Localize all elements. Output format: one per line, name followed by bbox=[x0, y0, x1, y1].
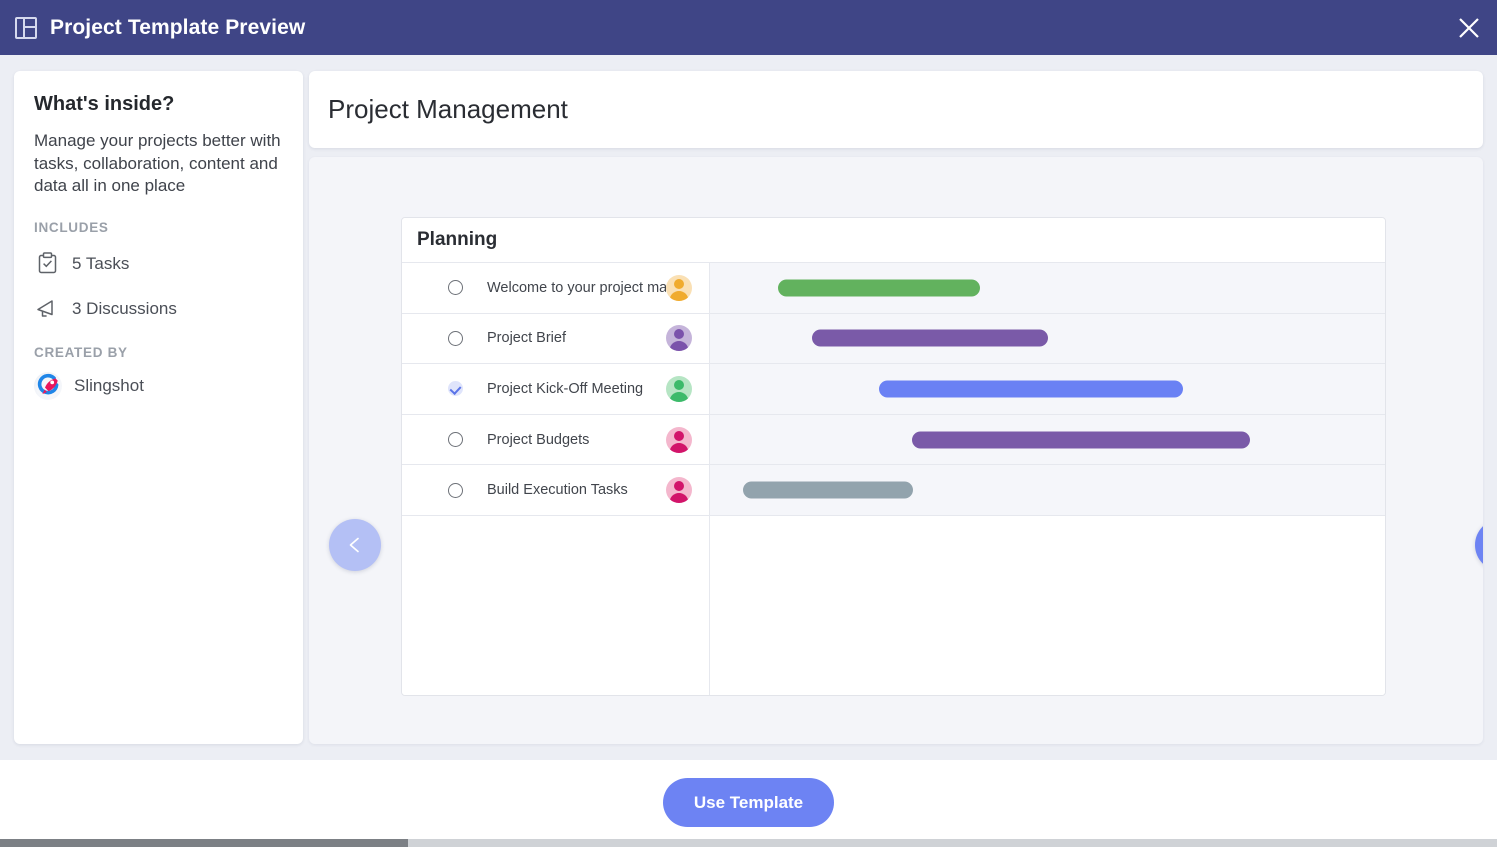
slingshot-logo-icon bbox=[34, 371, 62, 400]
avatar-head bbox=[674, 430, 684, 441]
table-row[interactable]: Build Execution Tasks bbox=[402, 465, 1385, 516]
sidebar-description: Manage your projects better with tasks, … bbox=[34, 131, 281, 196]
avatar-head bbox=[674, 481, 684, 492]
template-preview-dialog: Project Template Preview What's inside? … bbox=[0, 0, 1497, 847]
template-title-card: Project Management bbox=[309, 71, 1483, 148]
previous-template-button[interactable] bbox=[329, 519, 381, 571]
close-icon bbox=[1458, 17, 1479, 38]
timeline-cell bbox=[710, 364, 1385, 414]
avatar-body bbox=[669, 442, 689, 453]
avatar[interactable] bbox=[666, 477, 692, 504]
timeline-cell bbox=[710, 313, 1385, 364]
avatar[interactable] bbox=[666, 375, 692, 402]
avatar[interactable] bbox=[666, 325, 692, 352]
task-cell: Project Kick-Off Meeting bbox=[402, 364, 710, 414]
includes-item-label: 5 Tasks bbox=[72, 253, 130, 273]
task-checkbox[interactable] bbox=[448, 330, 463, 346]
table-row[interactable]: Project Budgets bbox=[402, 414, 1385, 466]
gantt-bar[interactable] bbox=[812, 329, 1048, 347]
timeline-cell-empty bbox=[710, 515, 1385, 695]
creator-name: Slingshot bbox=[74, 375, 144, 395]
avatar-body bbox=[669, 290, 689, 301]
task-name: Project Budgets bbox=[487, 431, 590, 448]
gantt-empty-area bbox=[402, 515, 1385, 695]
gantt-table: Planning Welcome to your project manage P… bbox=[401, 217, 1386, 696]
includes-item-tasks: 5 Tasks bbox=[34, 247, 281, 281]
next-template-button[interactable] bbox=[1475, 519, 1483, 571]
created-by-label: CREATED BY bbox=[34, 344, 128, 360]
info-sidebar: What's inside? Manage your projects bett… bbox=[14, 71, 303, 744]
gantt-bar[interactable] bbox=[778, 279, 980, 297]
task-cell-empty bbox=[402, 515, 710, 695]
dialog-title: Project Template Preview bbox=[50, 15, 306, 39]
gantt-group-title: Planning bbox=[417, 229, 498, 250]
gantt-bar[interactable] bbox=[912, 431, 1250, 449]
gantt-bar[interactable] bbox=[743, 481, 913, 499]
avatar[interactable] bbox=[666, 274, 692, 301]
task-checkbox-checked[interactable] bbox=[448, 381, 463, 397]
task-checkbox[interactable] bbox=[448, 482, 463, 498]
avatar-body bbox=[669, 493, 689, 504]
task-name: Project Kick-Off Meeting bbox=[487, 380, 644, 397]
clipboard-check-icon bbox=[34, 251, 60, 277]
page-scrollbar[interactable] bbox=[0, 839, 1497, 847]
template-layout-icon bbox=[15, 16, 37, 39]
includes-item-discussions: 3 Discussions bbox=[34, 292, 281, 326]
gantt-group-header: Planning bbox=[402, 218, 1385, 263]
close-button[interactable] bbox=[1440, 0, 1497, 55]
page-scrollbar-thumb[interactable] bbox=[0, 839, 408, 847]
chevron-left-icon bbox=[349, 537, 359, 553]
dialog-footer: Use Template bbox=[0, 760, 1497, 847]
includes-item-label: 3 Discussions bbox=[72, 298, 177, 318]
task-name: Welcome to your project manage bbox=[487, 279, 666, 296]
task-cell: Project Budgets bbox=[402, 414, 710, 465]
template-preview-card: Planning Welcome to your project manage P… bbox=[309, 157, 1483, 744]
timeline-cell bbox=[710, 414, 1385, 465]
table-row[interactable]: Project Kick-Off Meeting bbox=[402, 364, 1385, 415]
includes-label: INCLUDES bbox=[34, 219, 109, 235]
avatar-head bbox=[674, 329, 684, 340]
avatar-body bbox=[669, 391, 689, 402]
timeline-cell bbox=[710, 465, 1385, 515]
preview-column: Project Management Planning Welcome to y… bbox=[309, 71, 1483, 744]
task-name: Project Brief bbox=[487, 330, 566, 347]
gantt-bar[interactable] bbox=[879, 380, 1183, 398]
dialog-body: What's inside? Manage your projects bett… bbox=[0, 55, 1497, 760]
megaphone-icon bbox=[34, 296, 60, 322]
task-checkbox[interactable] bbox=[448, 280, 463, 296]
task-checkbox[interactable] bbox=[448, 432, 463, 448]
table-row[interactable]: Project Brief bbox=[402, 313, 1385, 365]
page-title: Project Management bbox=[328, 94, 568, 124]
task-cell: Welcome to your project manage bbox=[402, 263, 710, 313]
task-cell: Build Execution Tasks bbox=[402, 465, 710, 515]
sidebar-heading: What's inside? bbox=[34, 93, 175, 115]
table-row[interactable]: Welcome to your project manage bbox=[402, 263, 1385, 314]
creator-row: Slingshot bbox=[34, 371, 281, 400]
avatar-head bbox=[674, 379, 684, 390]
timeline-cell bbox=[710, 263, 1385, 313]
avatar-head bbox=[674, 278, 684, 289]
dialog-titlebar: Project Template Preview bbox=[0, 0, 1497, 55]
use-template-button[interactable]: Use Template bbox=[663, 778, 834, 827]
avatar-body bbox=[669, 341, 689, 352]
task-name: Build Execution Tasks bbox=[487, 482, 628, 499]
avatar[interactable] bbox=[666, 426, 692, 453]
task-cell: Project Brief bbox=[402, 313, 710, 364]
